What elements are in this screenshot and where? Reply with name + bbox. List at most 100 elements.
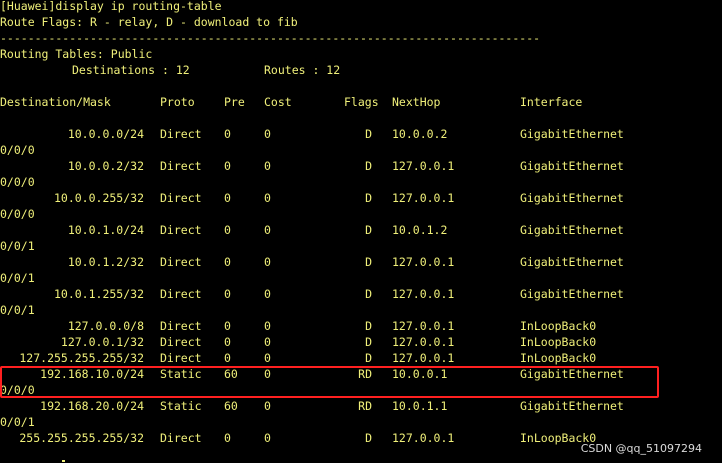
cell-pre: 0 [224,351,231,365]
cell-proto: Direct [160,255,202,269]
cell-pre: 0 [224,335,231,349]
cell-interface: InLoopBack0 [520,319,597,333]
cell-flags: D [365,127,372,141]
cell-pre: 0 [224,191,231,205]
header-cost: Cost [264,95,292,109]
cell-flags: D [365,351,372,365]
cell-cost: 0 [264,335,271,349]
routes-count: Routes : 12 [264,63,341,77]
cell-cost: 0 [264,255,271,269]
cell-cost: 0 [264,367,271,381]
cell-interface-continuation: 0/0/0 [0,383,35,397]
cell-interface-continuation: 0/0/1 [0,303,35,317]
cell-nexthop: 10.0.1.1 [392,399,448,413]
cell-proto: Direct [160,191,202,205]
cell-interface-continuation: 0/0/1 [0,271,35,285]
cell-flags: D [365,431,372,445]
cell-interface: GigabitEthernet [520,287,624,301]
cell-nexthop: 10.0.0.1 [392,367,448,381]
cell-destination: 10.0.0.255/32 [53,191,144,205]
cell-interface-continuation: 0/0/1 [0,415,35,429]
cell-flags: D [365,223,372,237]
cell-nexthop: 127.0.0.1 [392,431,455,445]
cell-destination: 192.168.10.0/24 [40,367,144,381]
cell-proto: Direct [160,431,202,445]
text-cursor [62,460,65,462]
cell-pre: 0 [224,431,231,445]
header-interface: Interface [520,95,583,109]
cell-proto: Direct [160,287,202,301]
cell-cost: 0 [264,319,271,333]
header-flags: Flags [344,95,379,109]
cell-proto: Direct [160,351,202,365]
cell-destination: 10.0.1.255/32 [53,287,144,301]
cell-flags: RD [358,399,372,413]
cell-flags: D [365,319,372,333]
cell-cost: 0 [264,287,271,301]
cell-interface: InLoopBack0 [520,351,597,365]
cell-interface: GigabitEthernet [520,367,624,381]
cell-destination: 127.0.0.1/32 [60,335,144,349]
cell-pre: 0 [224,159,231,173]
cell-nexthop: 127.0.0.1 [392,159,455,173]
route-flags-line: Route Flags: R - relay, D - download to … [0,15,298,29]
cell-pre: 0 [224,287,231,301]
command-prompt-line: [Huawei]display ip routing-table [0,0,222,13]
cell-interface-continuation: 0/0/0 [0,143,35,157]
cell-proto: Direct [160,223,202,237]
cell-pre: 0 [224,223,231,237]
header-proto: Proto [160,95,195,109]
cell-flags: D [365,335,372,349]
cell-nexthop: 10.0.0.2 [392,127,448,141]
separator-line: ----------------------------------------… [0,31,541,45]
cell-flags: D [365,159,372,173]
cell-cost: 0 [264,159,271,173]
cell-destination: 192.168.20.0/24 [40,399,144,413]
cell-cost: 0 [264,351,271,365]
cell-proto: Direct [160,335,202,349]
cell-nexthop: 127.0.0.1 [392,191,455,205]
cell-nexthop: 127.0.0.1 [392,351,455,365]
cell-interface: GigabitEthernet [520,191,624,205]
cell-pre: 60 [224,367,238,381]
cell-interface-continuation: 0/0/0 [0,175,35,189]
cell-flags: D [365,255,372,269]
watermark: CSDN @qq_51097294 [580,442,702,455]
cell-proto: Static [160,399,202,413]
cell-destination: 127.0.0.0/8 [67,319,144,333]
cell-cost: 0 [264,191,271,205]
cell-destination: 10.0.1.2/32 [67,255,144,269]
cell-flags: D [365,191,372,205]
cell-destination: 255.255.255.255/32 [19,431,144,445]
cell-cost: 0 [264,431,271,445]
cell-nexthop: 10.0.1.2 [392,223,448,237]
header-pre: Pre [224,95,245,109]
cell-interface-continuation: 0/0/0 [0,207,35,221]
cell-proto: Direct [160,319,202,333]
cell-cost: 0 [264,223,271,237]
header-nexthop: NextHop [392,95,441,109]
cell-destination: 10.0.1.0/24 [67,223,144,237]
cell-nexthop: 127.0.0.1 [392,319,455,333]
cell-interface: GigabitEthernet [520,255,624,269]
cell-flags: D [365,287,372,301]
cell-cost: 0 [264,399,271,413]
cell-flags: RD [358,367,372,381]
cell-interface: GigabitEthernet [520,159,624,173]
cell-pre: 60 [224,399,238,413]
cell-pre: 0 [224,127,231,141]
cell-interface: InLoopBack0 [520,335,597,349]
cell-nexthop: 127.0.0.1 [392,335,455,349]
header-destination: Destination/Mask [0,95,111,109]
cell-interface: GigabitEthernet [520,399,624,413]
terminal-window[interactable]: [Huawei]display ip routing-table Route F… [0,0,722,463]
cell-cost: 0 [264,127,271,141]
cell-proto: Direct [160,127,202,141]
cell-interface-continuation: 0/0/1 [0,239,35,253]
cell-proto: Direct [160,159,202,173]
destinations-count: Destinations : 12 [72,63,190,77]
cell-nexthop: 127.0.0.1 [392,287,455,301]
cell-pre: 0 [224,255,231,269]
cell-nexthop: 127.0.0.1 [392,255,455,269]
cell-destination: 10.0.0.0/24 [67,127,144,141]
